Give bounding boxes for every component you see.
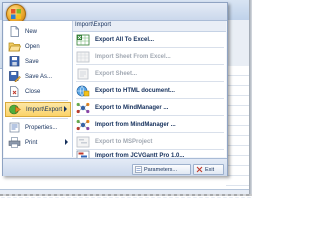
parameters-button[interactable]: Parameters... [132, 164, 191, 175]
submenu-separator [76, 132, 224, 133]
submenu-item-export-sheet[interactable]: Export Sheet... [73, 66, 226, 81]
submenu-separator [76, 115, 224, 116]
grid-area[interactable] [226, 66, 250, 194]
menu-item-import-export[interactable]: Import\Export [5, 102, 71, 117]
menu-item-print[interactable]: Print [5, 136, 71, 149]
submenu-item-export-to-mindmanager[interactable]: Export to MindManager ... [73, 100, 226, 115]
save-as-icon [8, 71, 21, 83]
submenu-item-import-sheet-from-excel[interactable]: Import Sheet From Excel... [73, 49, 226, 64]
submenu-separator [76, 47, 224, 48]
mindmanager-import-icon [76, 119, 90, 131]
torn-edge [0, 196, 252, 203]
menu-item-close[interactable]: Close [5, 85, 71, 98]
new-document-icon [8, 26, 21, 37]
menu-top-strip [3, 3, 227, 21]
parameters-icon [135, 166, 142, 173]
printer-icon [8, 137, 21, 148]
submenu-arrow-icon [64, 106, 67, 112]
menu-item-new[interactable]: New [5, 25, 71, 38]
submenu-separator [76, 98, 224, 99]
submenu-separator [76, 64, 224, 65]
mindmanager-icon [76, 102, 90, 114]
submenu-separator [76, 81, 224, 82]
menu-item-save[interactable]: Save [5, 55, 71, 68]
exit-button[interactable]: Exit [193, 164, 224, 175]
submenu-header: Import\Export [73, 21, 226, 32]
properties-icon [8, 122, 21, 133]
submenu-arrow-icon [65, 139, 68, 145]
menu-separator [12, 118, 68, 119]
menu-command-list: New Open Save Save As... Close Import\Ex… [4, 21, 73, 157]
save-disk-icon [8, 56, 21, 67]
close-icon [196, 166, 203, 173]
submenu-item-export-all-to-excel[interactable]: Export All To Excel... [73, 32, 226, 47]
office-logo-icon [11, 9, 21, 19]
application-menu: New Open Save Save As... Close Import\Ex… [2, 2, 228, 176]
menu-item-save-as[interactable]: Save As... [5, 70, 71, 83]
page-shadow-right [249, 0, 252, 197]
excel-import-icon [76, 51, 90, 63]
close-document-icon [8, 86, 21, 97]
msproject-icon [76, 136, 90, 148]
menu-separator [12, 100, 68, 101]
menu-item-properties[interactable]: Properties... [5, 121, 71, 134]
screenshot-stage: M New [0, 0, 252, 203]
menu-item-open[interactable]: Open [5, 40, 71, 53]
sheet-icon [76, 68, 90, 80]
html-icon [76, 85, 90, 97]
submenu-item-export-to-html[interactable]: Export to HTML document... [73, 83, 226, 98]
import-export-submenu: Import\Export Export All To Excel... Imp… [73, 21, 226, 161]
submenu-item-import-from-mindmanager[interactable]: Import from MindManager ... [73, 117, 226, 132]
excel-icon [76, 34, 90, 46]
open-folder-icon [8, 41, 21, 52]
submenu-item-export-to-msproject[interactable]: Export to MSProject [73, 134, 226, 149]
menu-footer: Parameters... Exit [3, 158, 227, 176]
import-export-icon [9, 104, 22, 115]
